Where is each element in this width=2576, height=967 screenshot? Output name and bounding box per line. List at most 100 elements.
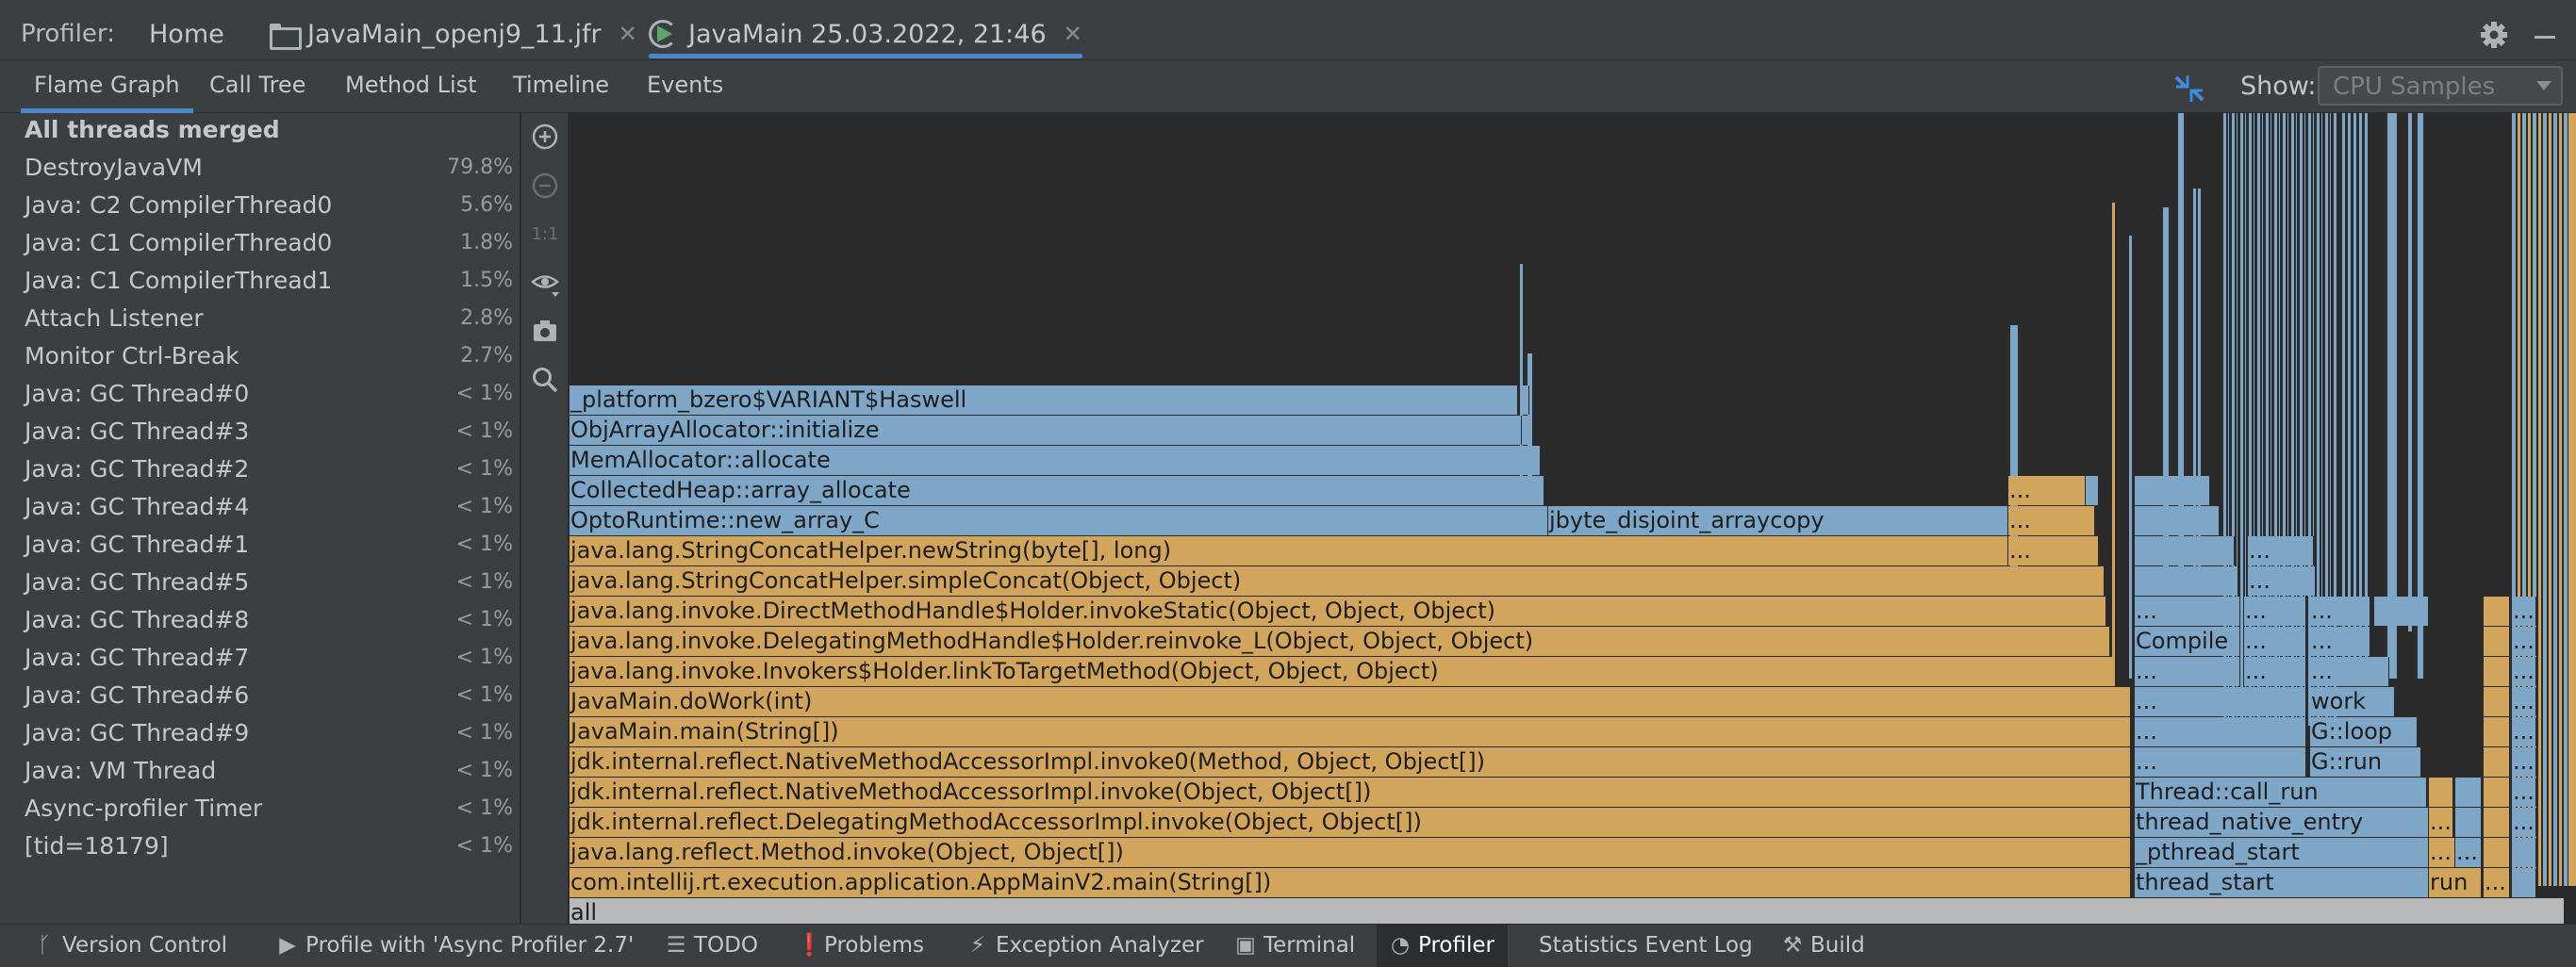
- flame-frame[interactable]: _platform_bzero$VARIANT$Haswell: [570, 385, 1518, 415]
- exception-analyzer-button[interactable]: ⚡ Exception Analyzer: [967, 925, 1204, 967]
- flame-frame[interactable]: java.lang.invoke.DirectMethodHandle$Hold…: [570, 597, 2106, 626]
- flame-frame[interactable]: com.intellij.rt.execution.application.Ap…: [570, 868, 2131, 897]
- version-control-button[interactable]: ᚴ Version Control: [34, 925, 227, 967]
- thread-row[interactable]: Java: C1 CompilerThread0 1.8%: [0, 226, 520, 264]
- flame-frame[interactable]: ...: [2429, 808, 2453, 837]
- flame-frame[interactable]: ...: [2135, 747, 2306, 777]
- thread-row[interactable]: Java: GC Thread#3 < 1%: [0, 415, 520, 452]
- merge-threads-icon[interactable]: [2172, 72, 2206, 106]
- thread-row[interactable]: Attach Listener 2.8%: [0, 302, 520, 339]
- flame-frame[interactable]: [2086, 476, 2099, 505]
- tab-flame-graph[interactable]: Flame Graph: [21, 60, 193, 113]
- flame-frame[interactable]: jdk.internal.reflect.NativeMethodAccesso…: [570, 778, 2131, 807]
- thread-row[interactable]: Java: GC Thread#4 < 1%: [0, 490, 520, 528]
- eye-icon[interactable]: [531, 270, 559, 298]
- flame-frame[interactable]: jbyte_disjoint_arraycopy: [1548, 506, 2008, 535]
- flame-frame[interactable]: java.lang.StringConcatHelper.simpleConca…: [570, 566, 2105, 596]
- close-icon[interactable]: ✕: [619, 21, 637, 47]
- thread-row[interactable]: Java: GC Thread#5 < 1%: [0, 565, 520, 603]
- tab-javamain-snapshot[interactable]: JavaMain 25.03.2022, 21:46 ✕: [649, 8, 1082, 60]
- flame-frame[interactable]: G::run: [2310, 747, 2421, 777]
- tab-events[interactable]: Events: [647, 60, 723, 113]
- flame-frame[interactable]: ...: [2455, 838, 2482, 867]
- thread-row-all-merged[interactable]: All threads merged: [0, 113, 520, 151]
- flame-frame[interactable]: [1522, 416, 1533, 445]
- flame-frame[interactable]: ...: [2248, 536, 2314, 565]
- statistics-event-log-button[interactable]: Statistics Event Log: [1539, 925, 1753, 967]
- flame-frame[interactable]: MemAllocator::allocate: [570, 446, 1541, 475]
- flame-frame[interactable]: java.lang.reflect.Method.invoke(Object, …: [570, 838, 2131, 867]
- flame-frame[interactable]: ...: [2310, 657, 2389, 686]
- thread-row[interactable]: Java: GC Thread#9 < 1%: [0, 716, 520, 754]
- problems-button[interactable]: ❗Problems: [796, 925, 924, 967]
- flame-frame[interactable]: ...: [2008, 476, 2086, 505]
- flame-frame[interactable]: ...: [2008, 536, 2099, 565]
- flame-frame[interactable]: ...: [2135, 717, 2306, 746]
- flame-frame[interactable]: JavaMain.main(String[]): [570, 717, 2131, 746]
- flame-frame[interactable]: ...: [2512, 808, 2536, 837]
- flame-frame[interactable]: G::loop: [2310, 717, 2418, 746]
- flame-frame[interactable]: [2512, 838, 2536, 867]
- flame-frame[interactable]: jdk.internal.reflect.DelegatingMethodAcc…: [570, 808, 2131, 837]
- flame-frame[interactable]: ...: [2310, 627, 2370, 656]
- search-icon[interactable]: [531, 366, 559, 394]
- minimize-icon[interactable]: [2535, 36, 2555, 39]
- profile-async-button[interactable]: ▶ Profile with 'Async Profiler 2.7': [277, 925, 634, 967]
- tab-call-tree[interactable]: Call Tree: [209, 60, 305, 113]
- flame-frame[interactable]: Thread::call_run: [2135, 778, 2427, 807]
- thread-row[interactable]: [tid=18179] < 1%: [0, 829, 520, 867]
- flame-frame[interactable]: [2484, 778, 2510, 807]
- zoom-out-icon[interactable]: [531, 172, 559, 200]
- flame-frame[interactable]: JavaMain.doWork(int): [570, 687, 2131, 716]
- flame-frame[interactable]: [2484, 747, 2510, 777]
- profiler-button[interactable]: ◔ Profiler: [1377, 925, 1508, 967]
- flame-frame[interactable]: ObjArrayAllocator::initialize: [570, 416, 1522, 445]
- flame-frame[interactable]: [2484, 838, 2510, 867]
- tab-jfr-file[interactable]: JavaMain_openj9_11.jfr ✕: [270, 8, 637, 60]
- flame-frame[interactable]: ...: [2135, 597, 2240, 626]
- flame-frame[interactable]: run: [2429, 868, 2482, 897]
- flame-frame[interactable]: CollectedHeap::array_allocate: [570, 476, 1544, 505]
- flame-frame[interactable]: [2484, 657, 2510, 686]
- flame-frame[interactable]: ...: [2512, 597, 2536, 626]
- thread-row[interactable]: Java: GC Thread#1 < 1%: [0, 528, 520, 565]
- flame-frame[interactable]: ...: [2512, 627, 2536, 656]
- thread-row[interactable]: Java: GC Thread#7 < 1%: [0, 641, 520, 679]
- thread-row[interactable]: Java: GC Thread#0 < 1%: [0, 377, 520, 415]
- flame-frame[interactable]: [2484, 808, 2510, 837]
- flame-frame[interactable]: work: [2310, 687, 2395, 716]
- flame-frame[interactable]: ...: [2310, 597, 2370, 626]
- thread-row[interactable]: Java: C2 CompilerThread0 5.6%: [0, 188, 520, 226]
- flame-frame[interactable]: [2484, 687, 2510, 716]
- flame-frame[interactable]: [2455, 808, 2482, 837]
- flame-frame[interactable]: ...: [2244, 657, 2306, 686]
- thread-row[interactable]: Java: GC Thread#6 < 1%: [0, 679, 520, 716]
- flame-frame[interactable]: ...: [2512, 747, 2536, 777]
- flame-frame[interactable]: [2135, 506, 2220, 535]
- flame-frame[interactable]: [2135, 536, 2235, 565]
- flame-frame[interactable]: [2484, 717, 2510, 746]
- flame-frame[interactable]: java.lang.invoke.DelegatingMethodHandle$…: [570, 627, 2110, 656]
- flame-frame[interactable]: _pthread_start: [2135, 838, 2429, 867]
- flame-frame[interactable]: ...: [2244, 627, 2306, 656]
- flame-frame-root[interactable]: all: [570, 898, 2565, 924]
- thread-row[interactable]: Async-profiler Timer < 1%: [0, 792, 520, 829]
- flame-frame[interactable]: OptoRuntime::new_array_C: [570, 506, 1548, 535]
- tab-timeline[interactable]: Timeline: [513, 60, 609, 113]
- flame-frame[interactable]: ...: [2512, 687, 2536, 716]
- terminal-button[interactable]: ▣ Terminal: [1235, 925, 1355, 967]
- flame-frame[interactable]: ...: [2512, 778, 2536, 807]
- flame-frame[interactable]: ...: [2244, 597, 2306, 626]
- camera-icon[interactable]: [531, 317, 559, 345]
- flame-frame[interactable]: ...: [2512, 717, 2536, 746]
- flame-frame[interactable]: ...: [2512, 657, 2536, 686]
- thread-row[interactable]: DestroyJavaVM 79.8%: [0, 151, 520, 188]
- flame-frame[interactable]: [2484, 597, 2510, 626]
- flame-frame[interactable]: java.lang.StringConcatHelper.newString(b…: [570, 536, 2008, 565]
- todo-button[interactable]: ☰ TODO: [666, 925, 758, 967]
- close-icon[interactable]: ✕: [1064, 21, 1082, 47]
- flame-frame[interactable]: ...: [2429, 838, 2455, 867]
- flame-frame[interactable]: ...: [2008, 506, 2095, 535]
- thread-row[interactable]: Java: VM Thread < 1%: [0, 754, 520, 792]
- flame-frame[interactable]: jdk.internal.reflect.NativeMethodAccesso…: [570, 747, 2131, 777]
